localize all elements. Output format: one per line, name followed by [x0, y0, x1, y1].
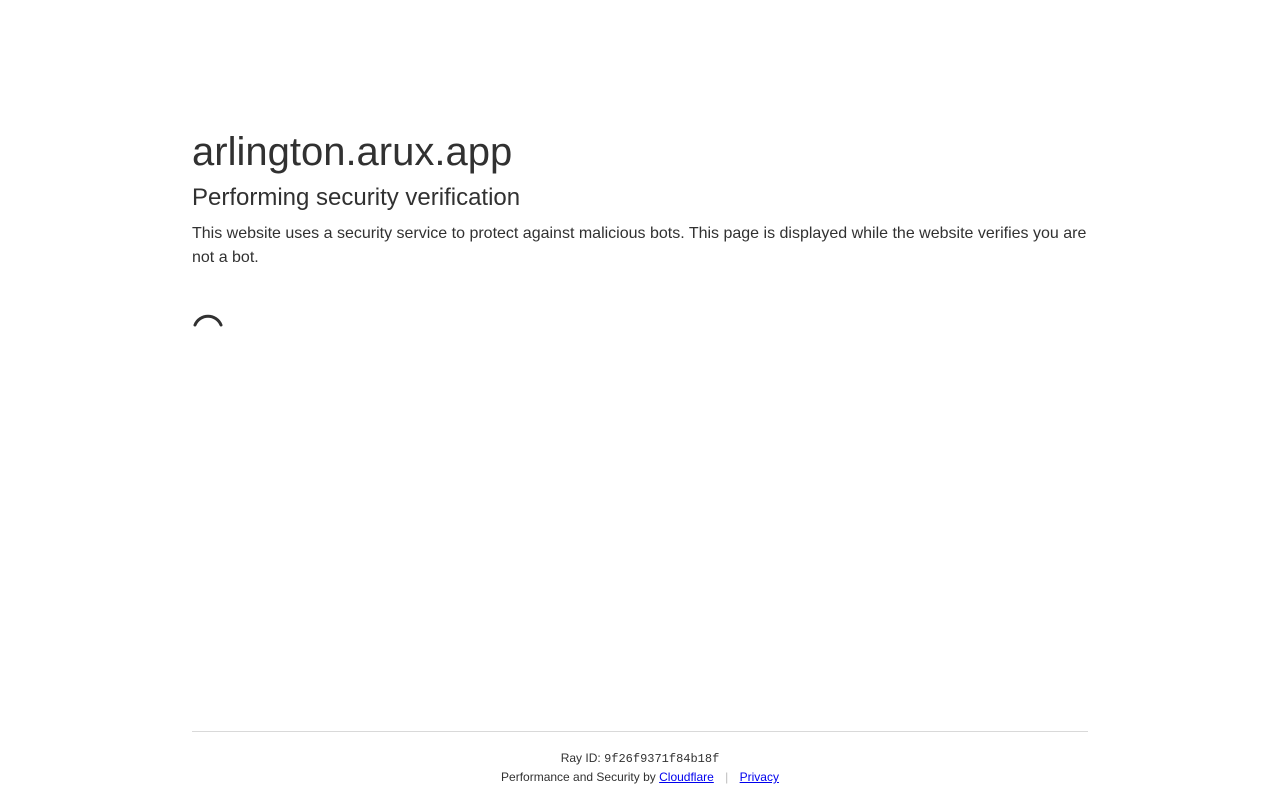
ray-id-label: Ray ID: — [560, 751, 601, 765]
loading-indicator — [192, 312, 224, 344]
privacy-link[interactable]: Privacy — [740, 770, 779, 784]
performance-line: Performance and Security by Cloudflare |… — [192, 769, 1088, 785]
performance-text: Performance and Security by — [501, 770, 656, 784]
site-domain-title: arlington.arux.app — [192, 130, 513, 174]
ray-id-line: Ray ID: 9f26f9371f84b18f — [192, 750, 1088, 767]
cloudflare-link[interactable]: Cloudflare — [659, 770, 714, 784]
challenge-page: arlington.arux.app Performing security v… — [0, 0, 1280, 800]
ray-id-value: 9f26f9371f84b18f — [604, 752, 720, 766]
footer-separator: | — [725, 770, 729, 784]
main-content: arlington.arux.app Performing security v… — [192, 128, 1088, 344]
footer: Ray ID: 9f26f9371f84b18f Performance and… — [192, 731, 1088, 785]
verification-heading: Performing security verification — [192, 184, 521, 211]
verification-description: This website uses a security service to … — [192, 225, 1087, 266]
loading-spinner-icon — [193, 314, 223, 327]
